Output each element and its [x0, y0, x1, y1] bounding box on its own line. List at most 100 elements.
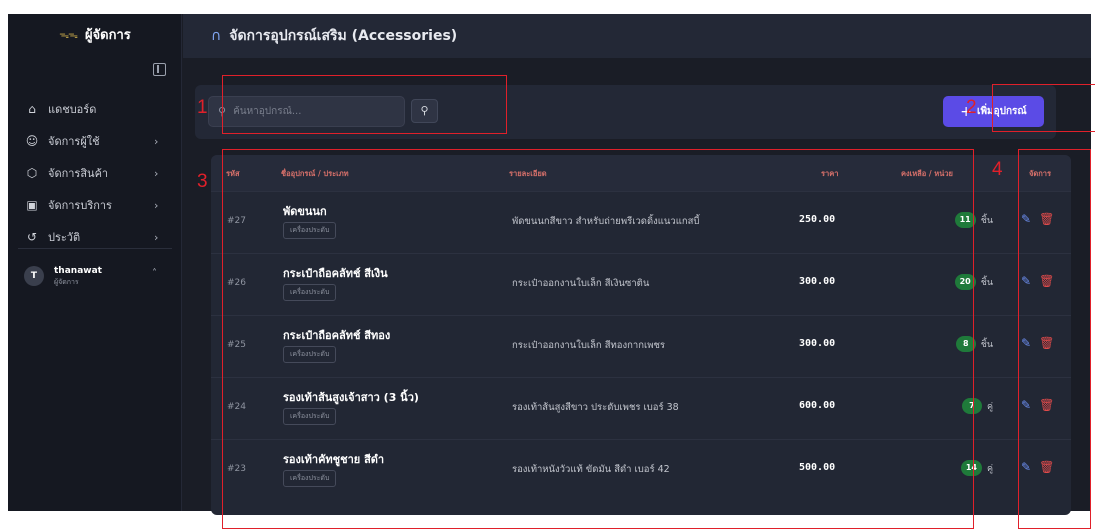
- row-stock: 11 ชิ้น: [923, 212, 993, 228]
- annotation-number-4: 4: [992, 159, 1003, 180]
- stock-unit: ชิ้น: [980, 340, 993, 350]
- row-name: รองเท้าส้นสูงเจ้าสาว (3 นิ้ว): [283, 391, 419, 404]
- edit-icon[interactable]: ✎: [1021, 336, 1031, 350]
- edit-icon[interactable]: ✎: [1021, 398, 1031, 412]
- row-stock: 8 ชิ้น: [923, 336, 993, 352]
- row-stock: 7 คู่: [923, 398, 993, 414]
- stock-unit: คู่: [986, 402, 993, 412]
- box-icon: ⬡: [26, 166, 38, 180]
- trash-icon[interactable]: 🗑︎: [1039, 212, 1054, 226]
- annotation-number-3: 3: [197, 171, 208, 192]
- table-header: รหัส ชื่ออุปกรณ์ / ประเภท รายละเอียด ราค…: [211, 155, 1071, 191]
- row-price: 600.00: [799, 400, 836, 411]
- stock-unit: ชิ้น: [980, 278, 993, 288]
- edit-icon[interactable]: ✎: [1021, 212, 1031, 226]
- user-role: ผู้จัดการ: [54, 278, 79, 286]
- row-description: พัดขนนกสีขาว สำหรับถ่ายพรีเวดดิ้งแนวแกสบ…: [512, 216, 700, 227]
- table-row: #23 รองเท้าคัทชูชาย สีดำ เครื่องประดับ ร…: [211, 439, 1071, 501]
- home-icon: ⌂: [28, 102, 36, 116]
- table-row: #24 รองเท้าส้นสูงเจ้าสาว (3 นิ้ว) เครื่อ…: [211, 377, 1071, 439]
- trash-icon[interactable]: 🗑︎: [1039, 398, 1054, 412]
- search-input[interactable]: [233, 106, 394, 117]
- stock-badge: 20: [954, 274, 976, 290]
- headphones-icon: ∩: [211, 28, 222, 44]
- user-menu[interactable]: T thanawat ผู้จัดการ ˄: [24, 262, 174, 292]
- row-price: 250.00: [799, 214, 836, 225]
- row-description: รองเท้าส้นสูงสีขาว ประดับเพชร เบอร์ 38: [512, 402, 679, 413]
- avatar: T: [24, 266, 44, 286]
- table-row: #27 พัดขนนก เครื่องประดับ พัดขนนกสีขาว ส…: [211, 191, 1071, 253]
- row-actions: ✎ 🗑︎: [1021, 398, 1054, 412]
- sidebar-item-label: แดชบอร์ด: [48, 103, 97, 116]
- row-actions: ✎ 🗑︎: [1021, 274, 1054, 288]
- stock-badge: 14: [960, 460, 982, 476]
- row-actions: ✎ 🗑︎: [1021, 336, 1054, 350]
- sidebar-nav: ⌂ แดชบอร์ด ☺ จัดการผู้ใช้ › ⬡ จัดการสินค…: [8, 98, 182, 258]
- stock-badge: 11: [954, 212, 976, 228]
- toolbar: ⚲ ⚲ + เพิ่มอุปกรณ์: [195, 85, 1056, 139]
- sidebar-item-dashboard[interactable]: ⌂ แดชบอร์ด: [8, 98, 182, 120]
- divider: [18, 248, 172, 249]
- page-header: ∩ จัดการอุปกรณ์เสริม (Accessories): [183, 14, 1091, 58]
- add-button-label: เพิ่มอุปกรณ์: [977, 106, 1027, 117]
- sidebar-item-label: จัดการสินค้า: [48, 167, 109, 180]
- row-name: รองเท้าคัทชูชาย สีดำ: [283, 453, 385, 466]
- category-tag: เครื่องประดับ: [283, 346, 337, 363]
- chevron-right-icon: ›: [154, 166, 159, 180]
- row-name: กระเป๋าถือคลัทช์ สีเงิน: [283, 267, 388, 280]
- chevron-right-icon: ›: [154, 134, 159, 148]
- row-stock: 20 ชิ้น: [923, 274, 993, 290]
- row-stock: 14 คู่: [923, 460, 993, 476]
- col-desc: รายละเอียด: [509, 169, 547, 178]
- chevron-right-icon: ›: [154, 230, 159, 244]
- row-name: พัดขนนก: [283, 205, 327, 218]
- category-tag: เครื่องประดับ: [283, 408, 337, 425]
- row-description: กระเป๋าออกงานใบเล็ก สีทองกากเพชร: [512, 340, 666, 351]
- chevron-up-icon: ˄: [152, 268, 157, 279]
- row-description: รองเท้าหนังวัวแท้ ขัดมัน สีดำ เบอร์ 42: [512, 464, 670, 475]
- row-price: 500.00: [799, 462, 836, 473]
- row-name: กระเป๋าถือคลัทช์ สีทอง: [283, 329, 391, 342]
- brand: ᯓᯓ ผู้จัดการ: [8, 14, 182, 54]
- edit-icon[interactable]: ✎: [1021, 274, 1031, 288]
- row-actions: ✎ 🗑︎: [1021, 212, 1054, 226]
- chevron-right-icon: ›: [154, 198, 159, 212]
- row-id: #26: [227, 278, 246, 288]
- row-description: กระเป๋าออกงานใบเล็ก สีเงินซาติน: [512, 278, 650, 289]
- row-price: 300.00: [799, 276, 836, 287]
- row-id: #24: [227, 402, 246, 412]
- trash-icon[interactable]: 🗑︎: [1039, 336, 1054, 350]
- collapse-sidebar-icon[interactable]: [153, 63, 166, 76]
- category-tag: เครื่องประดับ: [283, 470, 337, 487]
- brand-logo-icon: ᯓᯓ: [59, 30, 78, 41]
- sidebar-item-services[interactable]: ▣ จัดการบริการ ›: [8, 194, 182, 216]
- row-id: #25: [227, 340, 246, 350]
- sidebar-item-history[interactable]: ↺ ประวัติ ›: [8, 226, 182, 248]
- annotation-number-1: 1: [197, 97, 208, 118]
- table-row: #25 กระเป๋าถือคลัทช์ สีทอง เครื่องประดับ…: [211, 315, 1071, 377]
- category-tag: เครื่องประดับ: [283, 222, 337, 239]
- col-actions: จัดการ: [1029, 169, 1052, 178]
- brand-title: ผู้จัดการ: [84, 27, 131, 43]
- row-price: 300.00: [799, 338, 836, 349]
- trash-icon[interactable]: 🗑︎: [1039, 274, 1054, 288]
- trash-icon[interactable]: 🗑︎: [1039, 460, 1054, 474]
- row-actions: ✎ 🗑︎: [1021, 460, 1054, 474]
- table-row: #26 กระเป๋าถือคลัทช์ สีเงิน เครื่องประดั…: [211, 253, 1071, 315]
- edit-icon[interactable]: ✎: [1021, 460, 1031, 474]
- stock-unit: คู่: [986, 464, 993, 474]
- sidebar-item-label: จัดการผู้ใช้: [48, 135, 100, 148]
- annotation-number-2: 2: [966, 97, 977, 118]
- sidebar-item-products[interactable]: ⬡ จัดการสินค้า ›: [8, 162, 182, 184]
- search-button[interactable]: ⚲: [411, 99, 438, 123]
- category-tag: เครื่องประดับ: [283, 284, 337, 301]
- add-accessory-button[interactable]: + เพิ่มอุปกรณ์: [943, 96, 1044, 127]
- col-stock: คงเหลือ / หน่วย: [901, 169, 953, 178]
- sidebar: ᯓᯓ ผู้จัดการ ⌂ แดชบอร์ด ☺ จัดการผู้ใช้ ›…: [8, 14, 182, 511]
- col-name: ชื่ออุปกรณ์ / ประเภท: [281, 169, 349, 178]
- sidebar-item-users[interactable]: ☺ จัดการผู้ใช้ ›: [8, 130, 182, 152]
- row-id: #23: [227, 464, 246, 474]
- users-icon: ☺: [25, 134, 39, 148]
- history-icon: ↺: [26, 230, 38, 244]
- search-box[interactable]: ⚲: [208, 96, 405, 127]
